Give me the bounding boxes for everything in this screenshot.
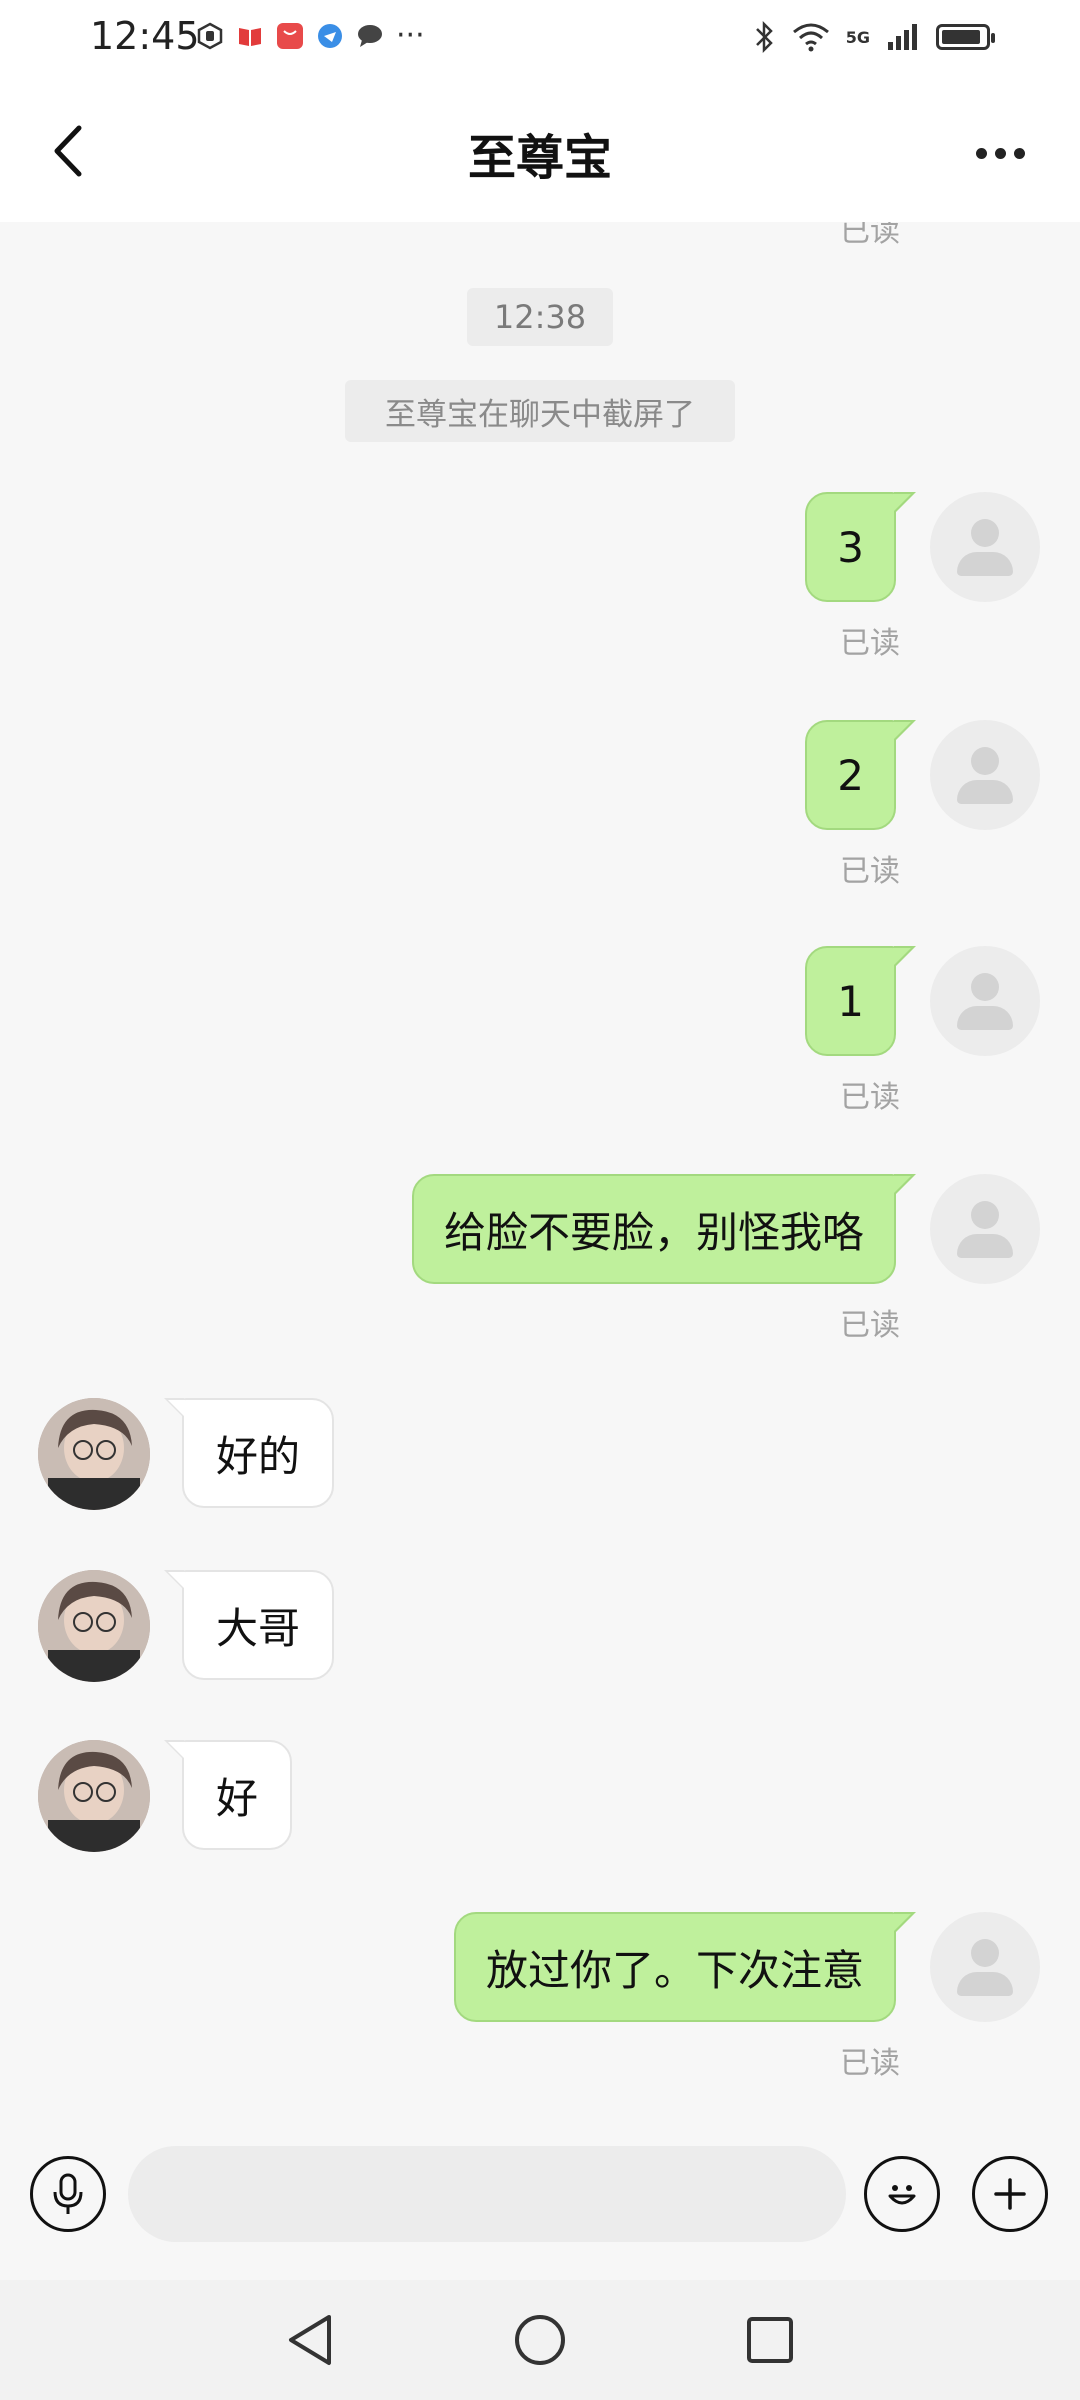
microphone-icon	[53, 2173, 83, 2214]
chat-area[interactable]: 已读 12:38 至尊宝在聊天中截屏了 3 已读 2 已读 1 已读 给脸不要脸…	[0, 222, 1080, 2108]
add-button[interactable]	[972, 2156, 1048, 2232]
read-receipt: 已读	[840, 854, 900, 889]
contact-avatar[interactable]	[38, 1740, 150, 1852]
emoji-button[interactable]	[864, 2156, 940, 2232]
chat-timestamp: 12:38	[467, 288, 613, 346]
system-nav-bar	[0, 2280, 1080, 2400]
triangle-back-icon	[289, 2315, 331, 2365]
circle-home-icon	[515, 2315, 565, 2365]
outgoing-message[interactable]: 2	[805, 720, 916, 830]
network-type: 5G	[845, 27, 870, 47]
more-button[interactable]	[960, 128, 1040, 178]
signal-icon	[888, 24, 917, 50]
read-receipt: 已读	[840, 1080, 900, 1115]
read-receipt: 已读	[840, 626, 900, 661]
nav-back-button[interactable]	[280, 2310, 340, 2370]
my-avatar[interactable]	[930, 946, 1040, 1056]
my-avatar[interactable]	[930, 492, 1040, 602]
nav-home-button[interactable]	[510, 2310, 570, 2370]
bluetooth-icon	[755, 20, 773, 54]
outgoing-message[interactable]: 放过你了。下次注意	[453, 1912, 917, 2022]
input-bar	[0, 2108, 1080, 2280]
wifi-icon	[792, 23, 829, 52]
incoming-message[interactable]: 大哥	[163, 1570, 335, 1680]
read-receipt: 已读	[840, 1308, 900, 1343]
status-bar: 12:45 ··· 5G	[0, 0, 1080, 80]
message-icon	[358, 25, 382, 47]
shop-app-icon	[277, 23, 303, 49]
contact-photo	[38, 1740, 150, 1852]
plus-icon	[994, 2178, 1026, 2210]
chat-header: 至尊宝	[0, 80, 1080, 222]
system-icons: 5G	[752, 20, 995, 54]
voice-button[interactable]	[30, 2156, 106, 2232]
smiley-icon	[888, 2185, 916, 2205]
message-input[interactable]	[128, 2146, 846, 2242]
nav-recents-button[interactable]	[740, 2310, 800, 2370]
read-receipt: 已读	[840, 222, 900, 249]
hand-icon	[197, 22, 223, 50]
outgoing-message[interactable]: 3	[805, 492, 916, 602]
contact-avatar[interactable]	[38, 1570, 150, 1682]
battery-icon	[936, 24, 995, 50]
outgoing-message[interactable]: 1	[805, 946, 916, 1056]
my-avatar[interactable]	[930, 1174, 1040, 1284]
page-title: 至尊宝	[467, 130, 612, 186]
my-avatar[interactable]	[930, 720, 1040, 830]
browser-icon	[318, 24, 342, 48]
incoming-message[interactable]: 好的	[163, 1398, 335, 1508]
status-time: 12:45	[90, 14, 200, 58]
square-recents-icon	[747, 2317, 793, 2363]
my-avatar[interactable]	[930, 1912, 1040, 2022]
contact-photo	[38, 1570, 150, 1682]
outgoing-message[interactable]: 给脸不要脸，别怪我咯	[411, 1174, 917, 1284]
contact-photo	[38, 1398, 150, 1510]
more-dots-icon	[975, 147, 987, 159]
read-receipt: 已读	[840, 2046, 900, 2081]
contact-avatar[interactable]	[38, 1398, 150, 1510]
incoming-message[interactable]: 好	[163, 1740, 293, 1850]
screenshot-notice: 至尊宝在聊天中截屏了	[345, 380, 735, 442]
book-icon	[239, 28, 261, 46]
more-notifications-icon: ···	[396, 18, 425, 53]
notification-icons: ···	[196, 18, 425, 53]
